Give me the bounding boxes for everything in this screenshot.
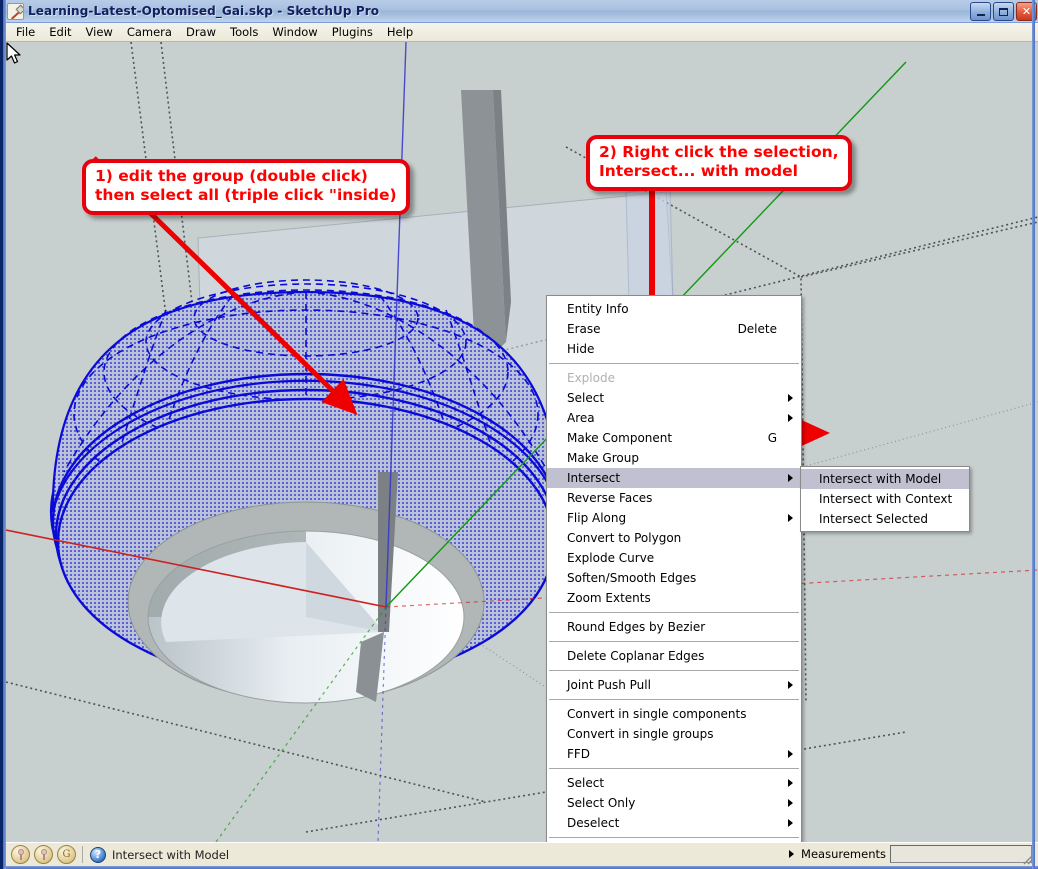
model-viewport[interactable]: 1) edit the group (double click) then se… [6,42,1038,842]
status-divider [82,846,83,863]
menu-item-select-only[interactable]: Select Only [547,793,801,813]
menu-item-convert-to-polygon[interactable]: Convert to Polygon [547,528,801,548]
menu-item-deselect[interactable]: Deselect [547,813,801,833]
maximize-button[interactable] [993,2,1014,21]
menu-window[interactable]: Window [265,23,324,41]
menu-item-select-2[interactable]: Select [547,773,801,793]
chevron-right-icon [788,394,793,402]
chevron-right-icon [788,474,793,482]
menu-item-make-component[interactable]: Make Component G [547,428,801,448]
menu-item-area[interactable]: Area [547,408,801,428]
menu-separator [549,768,799,769]
menu-file[interactable]: File [9,23,42,41]
geo-toolbar: G [6,845,76,864]
menu-item-convert-in-single-groups[interactable]: Convert in single groups [547,724,801,744]
chevron-right-icon [788,514,793,522]
chevron-right-icon [788,799,793,807]
menu-item-explode: Explode [567,371,615,385]
chevron-right-icon [788,750,793,758]
callout-step-2: 2) Right click the selection, Intersect.… [586,135,852,191]
menu-item-hide[interactable]: Hide [547,339,801,359]
chevron-right-icon [788,681,793,689]
menu-separator [549,612,799,613]
measurements-input[interactable] [890,845,1032,863]
menu-bar: File Edit View Camera Draw Tools Window … [3,23,1038,42]
status-bar: G ? Intersect with Model Measurements [6,842,1038,866]
menu-item-convert-in-single-components[interactable]: Convert in single components [547,704,801,724]
menu-item-erase[interactable]: Erase Delete [547,319,801,339]
menu-item-explode-curve[interactable]: Explode Curve [547,548,801,568]
chevron-right-icon [788,414,793,422]
menu-item-intersect[interactable]: Intersect [547,468,801,488]
menu-item-select[interactable]: Select [547,388,801,408]
toolbar-expander-icon[interactable] [789,850,794,858]
chevron-right-icon [788,819,793,827]
window-border-right [1032,0,1035,869]
person-pin-icon[interactable] [34,845,53,864]
menu-item-delete-coplanar-edges[interactable]: Delete Coplanar Edges [547,646,801,666]
menu-separator [549,699,799,700]
chevron-right-icon [788,779,793,787]
menu-item-entity-info[interactable]: Entity Info [547,299,801,319]
sketchup-window: Learning-Latest-Optomised_Gai.skp - Sket… [0,0,1038,869]
menu-separator [549,670,799,671]
mouse-cursor [6,42,21,64]
menu-edit[interactable]: Edit [42,23,78,41]
menu-help[interactable]: Help [380,23,420,41]
menu-separator [549,363,799,364]
callout-step-1: 1) edit the group (double click) then se… [82,159,410,215]
accel-g: G [767,431,777,445]
location-pin-icon[interactable] [11,845,30,864]
window-title: Learning-Latest-Optomised_Gai.skp - Sket… [28,4,380,18]
menu-separator [549,837,799,838]
menu-view[interactable]: View [79,23,120,41]
menu-item-make-group[interactable]: Make Group [547,448,801,468]
measurements-group: Measurements [801,845,1032,863]
menu-item-round-edges-by-bezier[interactable]: Round Edges by Bezier [547,617,801,637]
status-text: Intersect with Model [112,847,230,862]
submenu-item-intersect-with-context[interactable]: Intersect with Context [801,489,969,509]
menu-item-flip-along[interactable]: Flip Along [547,508,801,528]
accel-delete: Delete [737,322,777,336]
menu-plugins[interactable]: Plugins [325,23,380,41]
context-menu: Entity Info Erase Delete Hide Explode Se… [546,295,802,842]
window-controls: ✕ [970,2,1037,21]
title-bar[interactable]: Learning-Latest-Optomised_Gai.skp - Sket… [3,0,1038,23]
help-question-icon[interactable]: ? [90,846,106,863]
minimize-button[interactable] [970,2,991,21]
menu-item-ffd[interactable]: FFD [547,744,801,764]
google-earth-icon[interactable]: G [57,845,76,864]
submenu-item-intersect-with-model[interactable]: Intersect with Model [801,469,969,489]
menu-draw[interactable]: Draw [179,23,223,41]
menu-tools[interactable]: Tools [223,23,265,41]
menu-item-joint-push-pull[interactable]: Joint Push Pull [547,675,801,695]
menu-item-soften-smooth-edges[interactable]: Soften/Smooth Edges [547,568,801,588]
menu-item-reverse-faces[interactable]: Reverse Faces [547,488,801,508]
intersect-submenu: Intersect with Model Intersect with Cont… [800,466,970,532]
submenu-item-intersect-selected[interactable]: Intersect Selected [801,509,969,529]
menu-item-zoom-extents[interactable]: Zoom Extents [547,588,801,608]
menu-camera[interactable]: Camera [120,23,179,41]
measurements-label: Measurements [801,847,886,861]
window-border-left [3,0,6,869]
menu-separator [549,641,799,642]
sketchup-app-icon [7,2,24,20]
